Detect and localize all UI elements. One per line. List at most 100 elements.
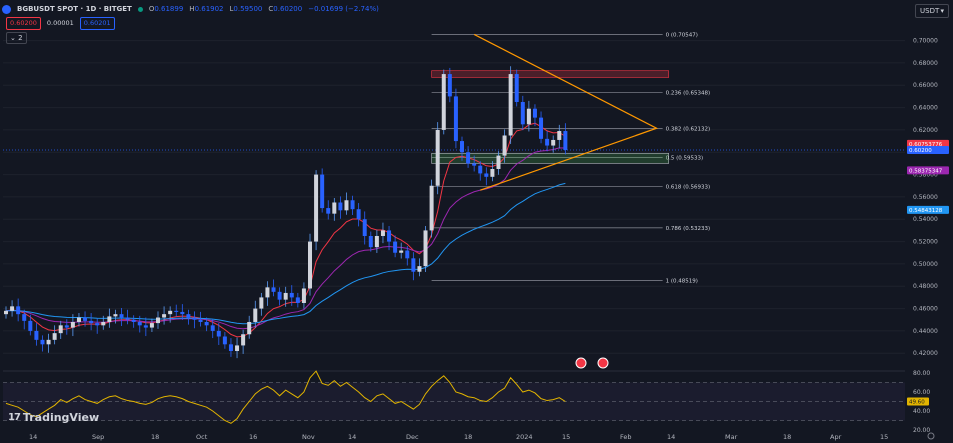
candle-body [235,345,240,352]
candle-body [131,319,136,322]
price-tick-label: 0.52000 [913,239,938,246]
price-tick-label: 0.54000 [913,216,938,223]
candle-body [356,209,361,220]
candle-body [107,316,112,322]
candle-body [508,74,513,136]
candle-body [295,297,300,303]
candle-body [119,314,124,318]
time-tick-label: Dec [406,433,419,441]
candle-body [22,314,27,321]
chart-header: BGBUSDT SPOT · 1D · BITGET O0.61899 H0.6… [2,2,379,16]
fib-level-label: 0.382 (0.62132) [666,126,711,132]
candle-body [399,250,404,253]
ohlc-high: H0.61902 [189,5,224,13]
tradingview-logo[interactable]: 17 TradingView [8,411,99,424]
chart-svg[interactable]: 0.700000.680000.660000.640000.620000.600… [0,0,953,443]
market-status-icon [137,6,143,12]
time-tick-label: 18 [464,433,472,441]
chart-area[interactable]: 0.700000.680000.660000.640000.620000.600… [0,0,953,443]
ohlc-change: −0.01699 (−2.74%) [308,5,379,13]
time-tick-label: 16 [249,433,257,441]
event-flag-icon [597,357,609,369]
price-tick-label: 0.68000 [913,60,938,67]
candle-body [326,208,331,214]
time-tick-label: 2024 [516,433,533,441]
time-tick-label: Apr [830,433,842,441]
candle-body [460,141,464,153]
fib-level-label: 0.618 (0.56933) [666,184,711,190]
rsi-tick-label: 20.00 [913,427,930,434]
candle-body [70,321,75,328]
candle-body [198,319,203,322]
candle-body [156,317,160,324]
candle-body [222,336,227,345]
ohlc-close: C0.60200 [268,5,303,13]
currency-selector[interactable]: USDT ▾ [915,4,949,18]
candle-body [277,291,282,300]
candle-body [393,241,398,253]
candle-body [423,230,428,267]
price-tick-label: 0.64000 [913,105,938,112]
candle-body [283,292,288,300]
time-tick-label: 14 [667,433,675,441]
fib-level-label: 0.786 (0.53233) [666,226,711,232]
candle-body [241,334,246,346]
trade-price-boxes: 0.60200 0.00001 0.60201 [6,17,115,30]
price-tick-label: 0.44000 [913,328,938,335]
candle-body [89,320,94,324]
fib-level-label: 0.236 (0.65348) [666,91,711,97]
candle-body [143,325,148,328]
candle-body [40,339,45,345]
candle-body [101,321,106,326]
indicators-toggle-button[interactable]: ⌄ 2 [6,32,27,44]
candle-body [453,96,458,142]
candle-body [204,321,209,326]
candle-body [526,108,531,125]
candle-body [186,314,191,318]
rsi-value-label: 49.60 [909,400,925,406]
event-flag-icon [575,357,587,369]
candle-body [466,152,471,164]
candle-body [320,174,325,209]
candle-body [162,314,167,318]
candle-body [435,129,440,186]
fib-level-label: 0 (0.70547) [666,32,698,38]
symbol-title[interactable]: BGBUSDT SPOT · 1D · BITGET [17,5,132,13]
time-tick-label: Sep [92,433,104,441]
candle-body [64,325,69,328]
price-tag-label: 0.54843128 [909,208,943,214]
candle-body [490,168,495,177]
buy-button[interactable]: 0.60201 [79,17,115,30]
candle-body [52,333,57,340]
candle-body [405,250,410,259]
candle-body [447,74,452,97]
candle-body [484,173,489,177]
candle-body [149,323,154,328]
candle-body [4,310,8,315]
time-tick-label: Oct [196,433,208,441]
candle-body [496,155,501,169]
candle-body [168,310,173,315]
candle-body [472,163,477,166]
candle-body [332,202,337,214]
candle-body [520,101,525,125]
time-axis: 14 Sep 18 Oct 16 Nov 14 Dec 18 2024 15 Feb 14 Mar 18 Ap… [29,432,935,441]
candle-body [502,135,507,156]
candle-body [557,131,562,140]
candle-body [259,297,264,309]
sell-button[interactable]: 0.60200 [6,17,41,30]
candle-body [180,311,185,315]
price-tag-label: 0.60200 [909,148,932,154]
symbol-icon[interactable] [2,4,11,14]
chevron-down-icon: ⌄ [10,34,16,42]
rsi-tick-label: 60.00 [913,389,930,396]
candle-body [271,287,276,292]
candle-body [58,325,63,334]
fib-level-label: 1 (0.48519) [666,278,698,284]
symmetrical-triangle [473,33,659,191]
price-tick-label: 0.42000 [913,350,938,357]
candle-body [174,310,179,312]
time-tick-label: Feb [620,433,632,441]
price-tick-label: 0.50000 [913,261,938,268]
spread-value: 0.00001 [46,19,74,27]
